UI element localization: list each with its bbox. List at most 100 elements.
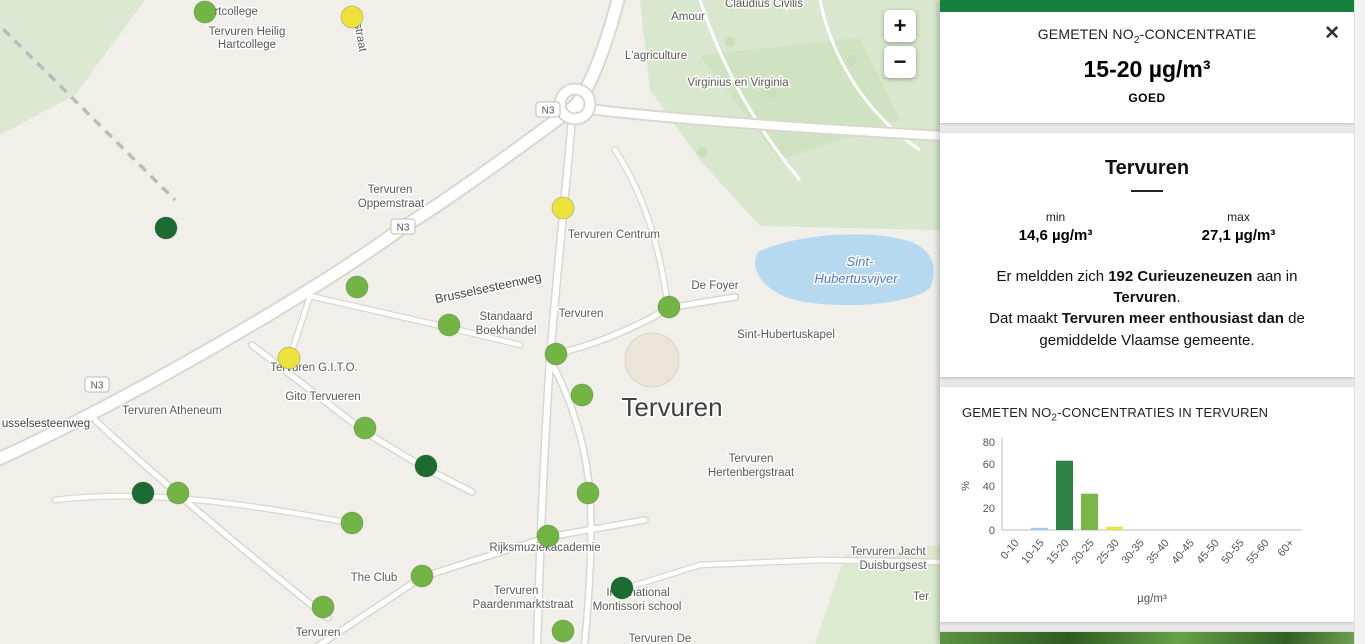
map-marker[interactable] [167, 482, 189, 504]
max-label: max [1147, 210, 1330, 224]
title-underline [1131, 190, 1163, 192]
road-badge: N3 [391, 219, 415, 234]
map-label: Tervuren Centrum [568, 229, 660, 241]
map-marker[interactable] [545, 343, 567, 365]
map-marker[interactable] [611, 577, 633, 599]
municipality-photo [940, 632, 1354, 644]
map-label: Hartcollege [218, 39, 276, 51]
map-marker[interactable] [438, 314, 460, 336]
app: N3N3N3 artcollegeTervuren HeiligHartcoll… [0, 0, 1365, 644]
y-axis-label: % [960, 480, 972, 490]
map-label: Montissori school [593, 601, 682, 613]
chart-title-prefix: GEMETEN NO [962, 405, 1051, 420]
measurement-header-card: GEMETEN NO2-CONCENTRATIE ✕ 15-20 µg/m³ G… [940, 0, 1354, 123]
map-label: The Club [351, 572, 398, 584]
histogram-bar [1106, 526, 1123, 529]
map-label: Tervuren [621, 392, 722, 422]
municipality-title: Tervuren [964, 157, 1330, 180]
map-label: Gito Tervueren [285, 391, 360, 403]
sidebar: GEMETEN NO2-CONCENTRATIE ✕ 15-20 µg/m³ G… [940, 0, 1365, 644]
y-tick-label: 0 [989, 525, 995, 537]
map-label: Paardenmarktstraat [473, 599, 575, 611]
zoom-out-button[interactable]: − [884, 46, 916, 78]
svg-text:N3: N3 [397, 223, 410, 234]
min-stat: min 14,6 µg/m³ [964, 210, 1147, 244]
map-marker[interactable] [341, 512, 363, 534]
map-label: Sint- [847, 254, 874, 269]
map-marker[interactable] [571, 384, 593, 406]
map-label: Tervuren [494, 585, 539, 597]
map-marker[interactable] [341, 6, 363, 28]
histogram-bar [1081, 493, 1098, 529]
photo-card [940, 632, 1354, 644]
y-tick-label: 20 [983, 503, 995, 515]
map-label: Duisburgsest [859, 560, 927, 572]
map-marker[interactable] [346, 276, 368, 298]
map-label: Oppemstraat [358, 198, 425, 210]
svg-text:N3: N3 [91, 381, 104, 392]
municipality-card: Tervuren min 14,6 µg/m³ max 27,1 µg/m³ E… [940, 133, 1354, 377]
measurement-title-prefix: GEMETEN NO [1038, 26, 1134, 42]
x-tick-label: 35-40 [1145, 537, 1172, 566]
measurement-status-badge: GOED [960, 91, 1334, 105]
map-canvas[interactable]: N3N3N3 artcollegeTervuren HeiligHartcoll… [0, 0, 940, 644]
map-marker[interactable] [552, 620, 574, 642]
map-marker[interactable] [415, 455, 437, 477]
map-marker[interactable] [577, 482, 599, 504]
x-tick-label: 10-15 [1020, 537, 1047, 566]
map-marker[interactable] [537, 525, 559, 547]
map-label: Tervuren [296, 627, 341, 639]
map-marker[interactable] [194, 1, 216, 23]
map-label: Standaard [479, 311, 532, 323]
map-label: Tervuren Jacht [850, 546, 926, 558]
close-icon[interactable]: ✕ [1324, 24, 1340, 43]
svg-text:N3: N3 [542, 106, 555, 117]
map-marker[interactable] [312, 596, 334, 618]
min-label: min [964, 210, 1147, 224]
x-tick-label: 40-45 [1170, 537, 1197, 566]
map-label: Claudius Civilis [725, 0, 803, 10]
map-label: Sint-Hubertuskapel [737, 329, 835, 341]
x-tick-label: 30-35 [1120, 537, 1147, 566]
map-label: Tervuren [368, 184, 413, 196]
x-axis-label: µg/m³ [1137, 593, 1167, 605]
municipality-description: Er meldden zich 192 Curieuzeneuzen aan i… [982, 266, 1312, 351]
map-label: Tervuren Atheneum [122, 405, 222, 417]
chart-title-suffix: -CONCENTRATIES IN TERVUREN [1057, 405, 1268, 420]
map-svg: N3N3N3 artcollegeTervuren HeiligHartcoll… [0, 0, 940, 644]
map-label: Tervuren De [629, 633, 692, 644]
chart-title: GEMETEN NO2-CONCENTRATIES IN TERVUREN [956, 405, 1338, 424]
measurement-value: 15-20 µg/m³ [960, 56, 1334, 83]
map-label: Boekhandel [476, 325, 537, 337]
minmax-row: min 14,6 µg/m³ max 27,1 µg/m³ [964, 210, 1330, 244]
y-tick-label: 60 [983, 459, 995, 471]
map-marker[interactable] [155, 217, 177, 239]
map-label: Hertenbergstraat [708, 467, 795, 479]
map-label: Tervuren [729, 453, 774, 465]
no2-histogram: 020406080%0-1010-1515-2020-2525-3030-353… [956, 430, 1338, 612]
map-label: Hubertusvijver [814, 271, 898, 286]
map-marker[interactable] [132, 482, 154, 504]
map-water [755, 234, 934, 305]
x-tick-label: 25-30 [1095, 537, 1122, 566]
map-marker[interactable] [658, 296, 680, 318]
x-tick-label: 0-10 [998, 537, 1021, 562]
map-marker[interactable] [354, 417, 376, 439]
map-marker[interactable] [411, 565, 433, 587]
map-marker[interactable] [278, 347, 300, 369]
x-tick-label: 45-50 [1195, 537, 1222, 566]
road-badge: N3 [536, 102, 560, 117]
sidebar-scrollbar[interactable] [1354, 0, 1365, 644]
map-label: usselsesteenweg [2, 418, 90, 430]
x-tick-label: 15-20 [1045, 537, 1072, 566]
map-marker[interactable] [552, 197, 574, 219]
zoom-controls: + − [884, 10, 916, 78]
zoom-in-button[interactable]: + [884, 10, 916, 42]
road-badge: N3 [85, 377, 109, 392]
max-value: 27,1 µg/m³ [1147, 227, 1330, 244]
map-label: Virginius en Virginia [687, 77, 789, 89]
accent-bar [940, 0, 1354, 12]
map-label: Ter [913, 591, 929, 603]
measurement-title-suffix: -CONCENTRATIE [1140, 26, 1257, 42]
x-tick-label: 60+ [1276, 537, 1297, 559]
